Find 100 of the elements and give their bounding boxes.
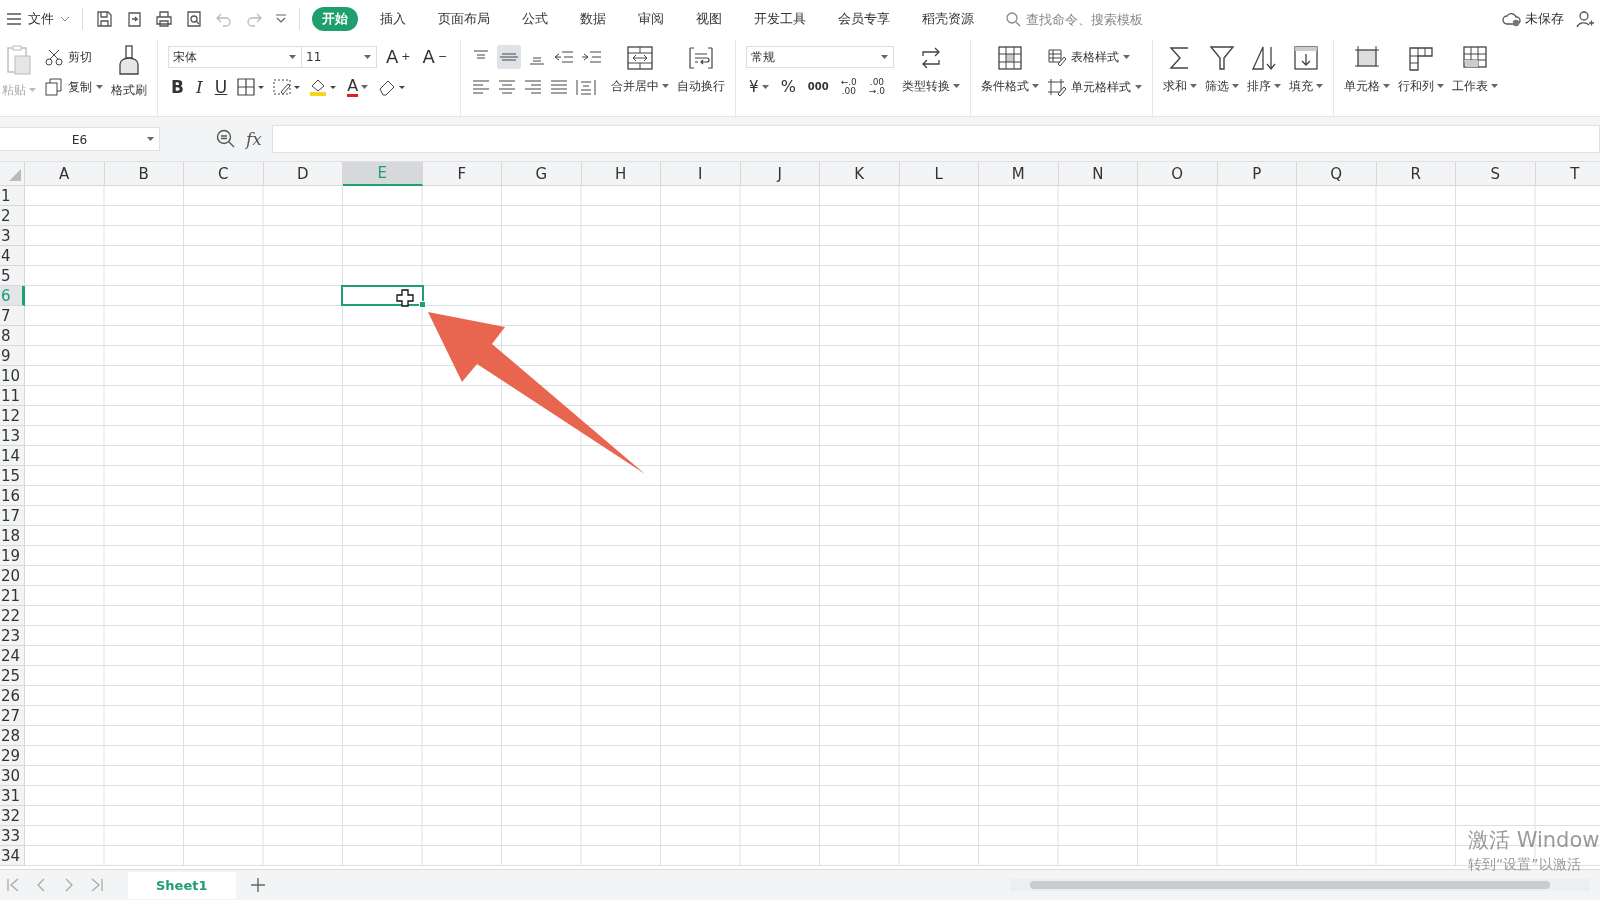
- align-left-icon[interactable]: [471, 78, 492, 96]
- column-header[interactable]: N: [1058, 162, 1138, 186]
- row-header[interactable]: 17: [0, 506, 25, 526]
- ribbon-tab[interactable]: 页面布局: [428, 7, 500, 31]
- row-header[interactable]: 25: [0, 666, 25, 686]
- cell-style-button[interactable]: 单元格样式: [1047, 74, 1143, 100]
- row-header[interactable]: 31: [0, 786, 25, 806]
- column-header[interactable]: R: [1376, 162, 1456, 186]
- row-header[interactable]: 7: [0, 306, 25, 326]
- row-header[interactable]: 28: [0, 726, 25, 746]
- align-right-icon[interactable]: [523, 78, 544, 96]
- column-header[interactable]: D: [263, 162, 343, 186]
- fill-color-icon[interactable]: [308, 77, 339, 97]
- row-header[interactable]: 4: [0, 246, 25, 266]
- sort-button[interactable]: 排序: [1247, 40, 1282, 95]
- column-header[interactable]: Q: [1297, 162, 1377, 186]
- fill-button[interactable]: 填充: [1289, 40, 1324, 95]
- row-header[interactable]: 20: [0, 566, 25, 586]
- ribbon-tab[interactable]: 数据: [570, 7, 616, 31]
- ribbon-tab[interactable]: 公式: [512, 7, 558, 31]
- select-all-icon[interactable]: [8, 168, 22, 182]
- column-header[interactable]: F: [422, 162, 502, 186]
- increase-decimal-button[interactable]: ←.0 .00: [837, 78, 860, 96]
- row-header[interactable]: 33: [0, 826, 25, 846]
- distributed-align-icon[interactable]: [575, 78, 598, 96]
- column-header[interactable]: T: [1535, 162, 1600, 186]
- font-name-dropdown[interactable]: 宋体: [168, 46, 302, 68]
- row-header[interactable]: 10: [0, 366, 25, 386]
- row-header[interactable]: 19: [0, 546, 25, 566]
- wrap-text-button[interactable]: 自动换行: [677, 40, 726, 95]
- worksheet-button[interactable]: 工作表: [1452, 40, 1499, 95]
- row-header[interactable]: 13: [0, 426, 25, 446]
- print-icon[interactable]: [155, 10, 173, 28]
- column-header[interactable]: S: [1456, 162, 1536, 186]
- print-preview-icon[interactable]: [185, 10, 203, 28]
- row-header[interactable]: 8: [0, 326, 25, 346]
- column-header[interactable]: A: [25, 162, 105, 186]
- font-size-dropdown[interactable]: 11: [301, 46, 377, 68]
- ribbon-tab[interactable]: 插入: [370, 7, 416, 31]
- border-icon[interactable]: [236, 77, 267, 97]
- column-header[interactable]: P: [1217, 162, 1297, 186]
- currency-button[interactable]: ¥: [746, 77, 772, 97]
- row-header[interactable]: 5: [0, 266, 25, 286]
- row-header[interactable]: 3: [0, 226, 25, 246]
- column-header[interactable]: G: [502, 162, 582, 186]
- row-header[interactable]: 29: [0, 746, 25, 766]
- copy-button[interactable]: 复制: [44, 74, 103, 100]
- row-header[interactable]: 14: [0, 446, 25, 466]
- row-header[interactable]: 12: [0, 406, 25, 426]
- column-header[interactable]: O: [1138, 162, 1218, 186]
- function-label[interactable]: fx: [246, 129, 262, 149]
- column-header[interactable]: J: [740, 162, 820, 186]
- type-convert-button[interactable]: 类型转换: [902, 40, 961, 95]
- customize-caret-icon[interactable]: [275, 13, 287, 25]
- row-header[interactable]: 23: [0, 626, 25, 646]
- decrease-indent-icon[interactable]: [553, 48, 576, 66]
- column-header[interactable]: H: [581, 162, 661, 186]
- column-header[interactable]: C: [184, 162, 264, 186]
- sum-button[interactable]: 求和: [1163, 40, 1198, 95]
- column-header[interactable]: I: [661, 162, 741, 186]
- align-middle-icon[interactable]: [497, 45, 522, 69]
- add-user-icon[interactable]: [1576, 10, 1594, 28]
- first-sheet-icon[interactable]: [6, 877, 20, 893]
- name-box[interactable]: E6: [0, 127, 160, 151]
- bold-button[interactable]: B: [168, 77, 187, 97]
- cell-fill-pattern-icon[interactable]: [272, 77, 303, 97]
- ribbon-tab[interactable]: 稻壳资源: [912, 7, 984, 31]
- row-header[interactable]: 16: [0, 486, 25, 506]
- column-header[interactable]: L: [899, 162, 979, 186]
- table-style-button[interactable]: 表格样式: [1047, 44, 1143, 70]
- italic-button[interactable]: I: [192, 77, 206, 97]
- file-menu[interactable]: 文件: [6, 10, 70, 28]
- format-painter-button[interactable]: 格式刷: [111, 40, 147, 99]
- filter-button[interactable]: 筛选: [1205, 40, 1240, 95]
- row-header[interactable]: 26: [0, 686, 25, 706]
- font-color-button[interactable]: A: [344, 77, 372, 97]
- ribbon-tab[interactable]: 会员专享: [828, 7, 900, 31]
- horizontal-scrollbar[interactable]: [1010, 879, 1590, 891]
- row-header[interactable]: 34: [0, 846, 25, 866]
- row-header[interactable]: 11: [0, 386, 25, 406]
- thousands-separator-button[interactable]: 000: [804, 77, 832, 97]
- row-header[interactable]: 21: [0, 586, 25, 606]
- column-header[interactable]: M: [979, 162, 1059, 186]
- increase-font-button[interactable]: A$^{+}$: [383, 47, 414, 67]
- add-sheet-icon[interactable]: [249, 877, 266, 893]
- search-field[interactable]: 查找命令、搜索模板: [1006, 10, 1178, 28]
- last-sheet-icon[interactable]: [90, 877, 104, 893]
- row-header[interactable]: 9: [0, 346, 25, 366]
- export-icon[interactable]: [125, 10, 143, 28]
- row-header[interactable]: 1: [0, 186, 25, 206]
- align-center-icon[interactable]: [497, 78, 518, 96]
- column-header[interactable]: K: [820, 162, 900, 186]
- ribbon-tab[interactable]: 开发工具: [744, 7, 816, 31]
- save-icon[interactable]: [95, 10, 113, 28]
- row-header[interactable]: 32: [0, 806, 25, 826]
- cell-button[interactable]: 单元格: [1344, 40, 1391, 95]
- conditional-format-button[interactable]: 条件格式: [981, 40, 1040, 95]
- percent-button[interactable]: %: [777, 77, 799, 97]
- increase-indent-icon[interactable]: [581, 48, 604, 66]
- ribbon-tab[interactable]: 审阅: [628, 7, 674, 31]
